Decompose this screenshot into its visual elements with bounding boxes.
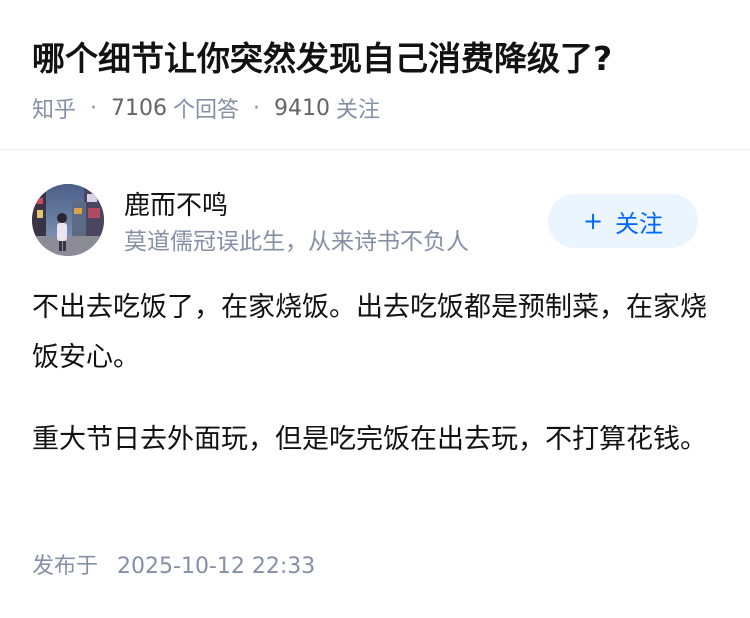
follow-count: 9410 [274, 95, 331, 121]
avatar-photo-icon [32, 184, 104, 256]
source-label[interactable]: 知乎 [32, 92, 76, 124]
answer-count-label: 个回答 [173, 98, 240, 123]
question-title[interactable]: 哪个细节让你突然发现自己消费降级了? [32, 34, 612, 84]
author-card: 鹿而不鸣 莫道儒冠误此生，从来诗书不负人 + 关注 [32, 184, 722, 260]
answer-paragraph: 不出去吃饭了，在家烧饭。出去吃饭都是预制菜，在家烧饭安心。 [32, 292, 707, 373]
question-meta: 知乎 · 7106 个回答 · 9410 关注 [32, 91, 380, 125]
question-header: 哪个细节让你突然发现自己消费降级了? 知乎 · 7106 个回答 · 9410 … [0, 0, 750, 150]
plus-icon: + [582, 207, 604, 235]
author-bio: 莫道儒冠误此生，从来诗书不负人 [124, 229, 469, 255]
publish-time: 2025-10-12 22:33 [117, 554, 316, 579]
publish-label: 发布于 [32, 554, 99, 579]
separator-dot: · [90, 95, 98, 121]
answer-content: 不出去吃饭了，在家烧饭。出去吃饭都是预制菜，在家烧饭安心。 重大节日去外面玩，但… [32, 283, 712, 465]
follow-count-label: 关注 [336, 98, 381, 123]
avatar[interactable] [32, 184, 104, 256]
author-name[interactable]: 鹿而不鸣 [124, 188, 228, 224]
answer-paragraph: 重大节日去外面玩，但是吃完饭在出去玩，不打算花钱。 [32, 424, 707, 455]
publish-info: 发布于 2025-10-12 22:33 [32, 550, 315, 584]
answer-count: 7106 [111, 95, 168, 121]
separator-dot: · [253, 95, 261, 121]
follow-button[interactable]: + 关注 [548, 194, 698, 248]
follow-button-label: 关注 [615, 209, 664, 238]
